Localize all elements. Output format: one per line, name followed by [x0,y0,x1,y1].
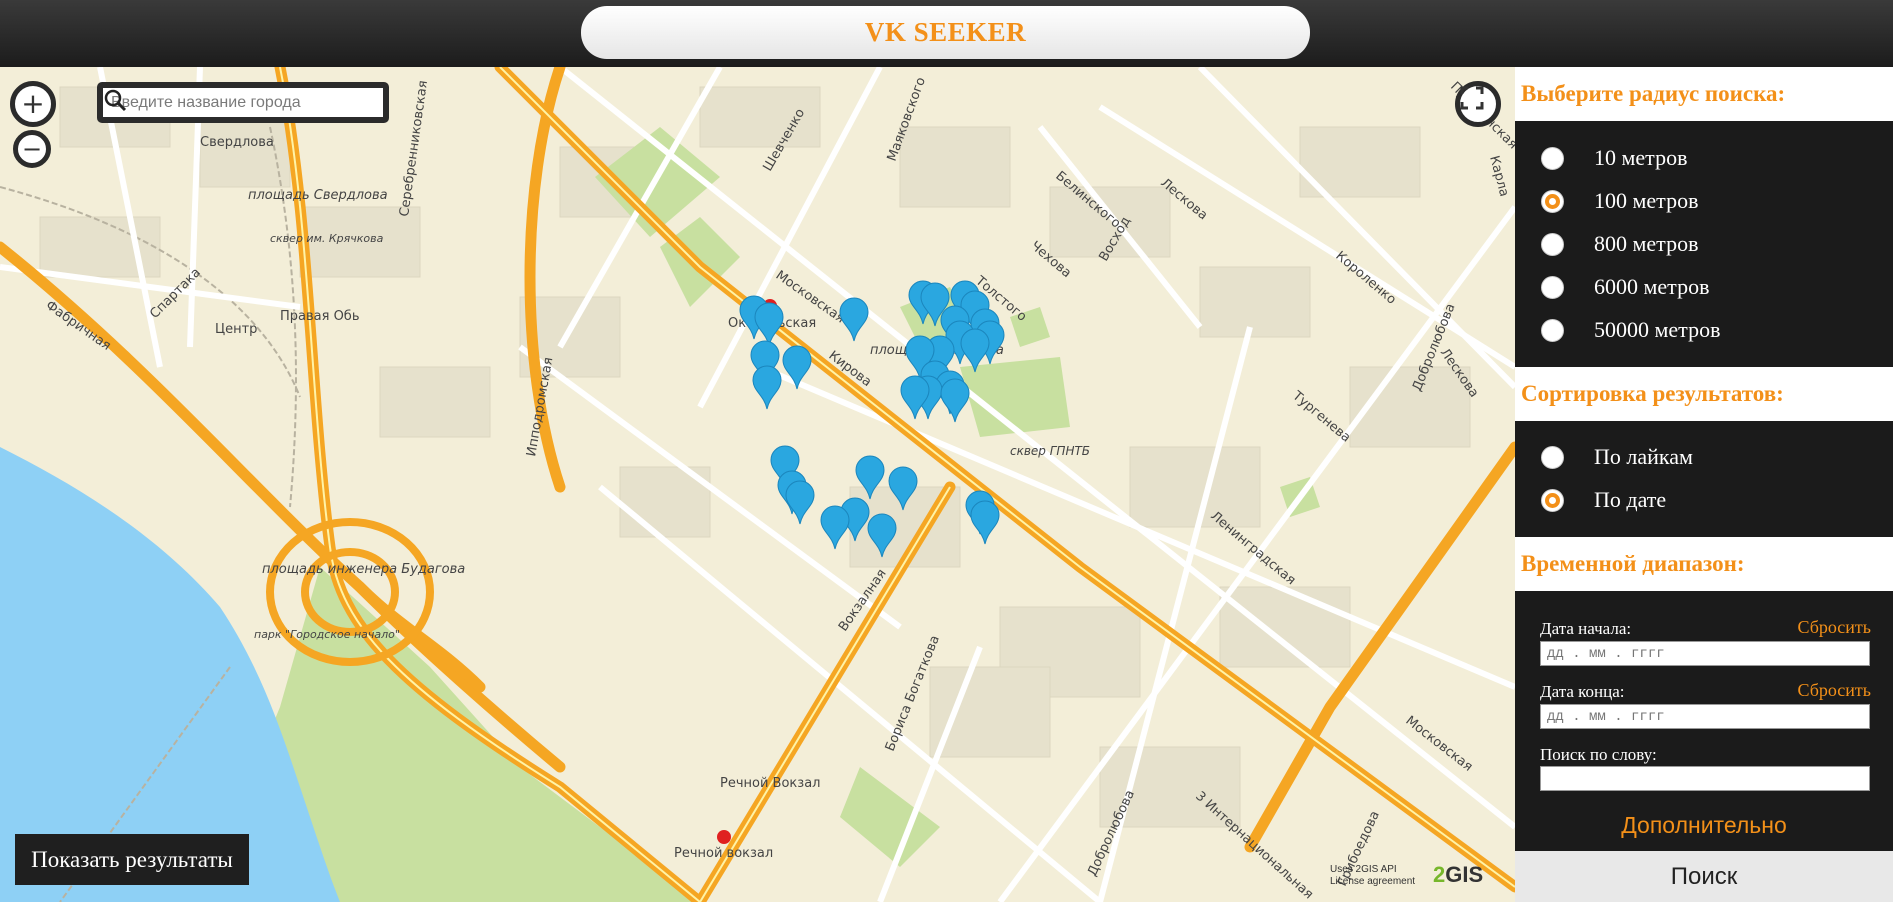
map-label: Речной вокзал [674,846,773,861]
map-credits[interactable]: Uses 2GIS API License agreement [1330,864,1430,888]
radio-button[interactable] [1541,488,1564,512]
end-date-input[interactable] [1540,704,1870,729]
app-header: VK SEEKER [0,0,1893,67]
map-label: площадь Свердлова [248,188,388,203]
radio-button[interactable] [1541,318,1564,342]
map-label: Центр [215,322,257,337]
sort-heading: Сортировка результатов: [1515,367,1893,421]
radio-button[interactable] [1541,232,1564,256]
radio-button[interactable] [1541,275,1564,299]
advanced-button[interactable]: Дополнительно [1515,812,1893,839]
metro-icon [717,830,731,844]
logo-text: GIS [1445,862,1484,887]
map-view[interactable]: Свердлова площадь Свердлова сквер им. Кр… [0,67,1515,902]
radius-label: 100 метров [1594,188,1699,213]
credits-license[interactable]: License agreement [1330,876,1430,888]
reset-start-link[interactable]: Сбросить [1797,617,1871,638]
map-label: Правая Обь [280,309,360,324]
logo-number: 2 [1433,862,1446,887]
radius-option[interactable]: 800 метров [1541,231,1698,257]
radius-label: 50000 метров [1594,317,1721,342]
sort-option[interactable]: По лайкам [1541,444,1693,470]
sort-label: По лайкам [1594,444,1693,469]
map-label: Речной Вокзал [720,776,820,791]
app-title: VK SEEKER [581,6,1310,59]
fullscreen-icon [1460,86,1484,110]
reset-end-link[interactable]: Сбросить [1797,680,1871,701]
time-heading: Временной диапазон: [1515,537,1893,591]
radius-label: 800 метров [1594,231,1699,256]
filter-panel: Выберите радиус поиска: 10 метров 100 ме… [1515,67,1893,902]
radio-button[interactable] [1541,189,1564,213]
radius-heading: Выберите радиус поиска: [1515,67,1893,121]
radius-label: 6000 метров [1594,274,1710,299]
credits-api: Uses 2GIS API [1330,864,1397,875]
zoom-out-button[interactable]: − [13,130,51,168]
word-search-label: Поиск по слову: [1540,745,1657,764]
radius-label: 10 метров [1594,145,1688,170]
zoom-in-button[interactable]: + [10,81,56,127]
radio-button[interactable] [1541,445,1564,469]
map-label: сквер им. Крячкова [270,232,384,245]
map-canvas[interactable]: Свердлова площадь Свердлова сквер им. Кр… [0,67,1515,902]
radius-option[interactable]: 6000 метров [1541,274,1709,300]
city-search-input[interactable] [111,91,351,115]
word-search-input[interactable] [1540,766,1870,791]
show-results-button[interactable]: Показать результаты [15,834,249,885]
fullscreen-button[interactable] [1455,81,1501,127]
radius-option[interactable]: 100 метров [1541,188,1698,214]
end-date-label: Дата конца: [1540,682,1625,701]
sort-option[interactable]: По дате [1541,487,1666,513]
2gis-logo: 2GIS [1433,862,1483,888]
radio-button[interactable] [1541,146,1564,170]
map-label: парк "Городское начало" [254,628,400,641]
city-search [97,82,389,123]
map-label: площадь инженера Будагова [262,562,465,577]
radius-option[interactable]: 10 метров [1541,145,1687,171]
sort-label: По дате [1594,487,1667,512]
start-date-input[interactable] [1540,641,1870,666]
search-icon[interactable] [103,88,127,112]
start-date-label: Дата начала: [1540,619,1632,638]
map-label: Свердлова [200,135,274,150]
search-button[interactable]: Поиск [1515,851,1893,902]
map-label: сквер ГПНТБ [1010,444,1090,458]
radius-option[interactable]: 50000 метров [1541,317,1720,343]
